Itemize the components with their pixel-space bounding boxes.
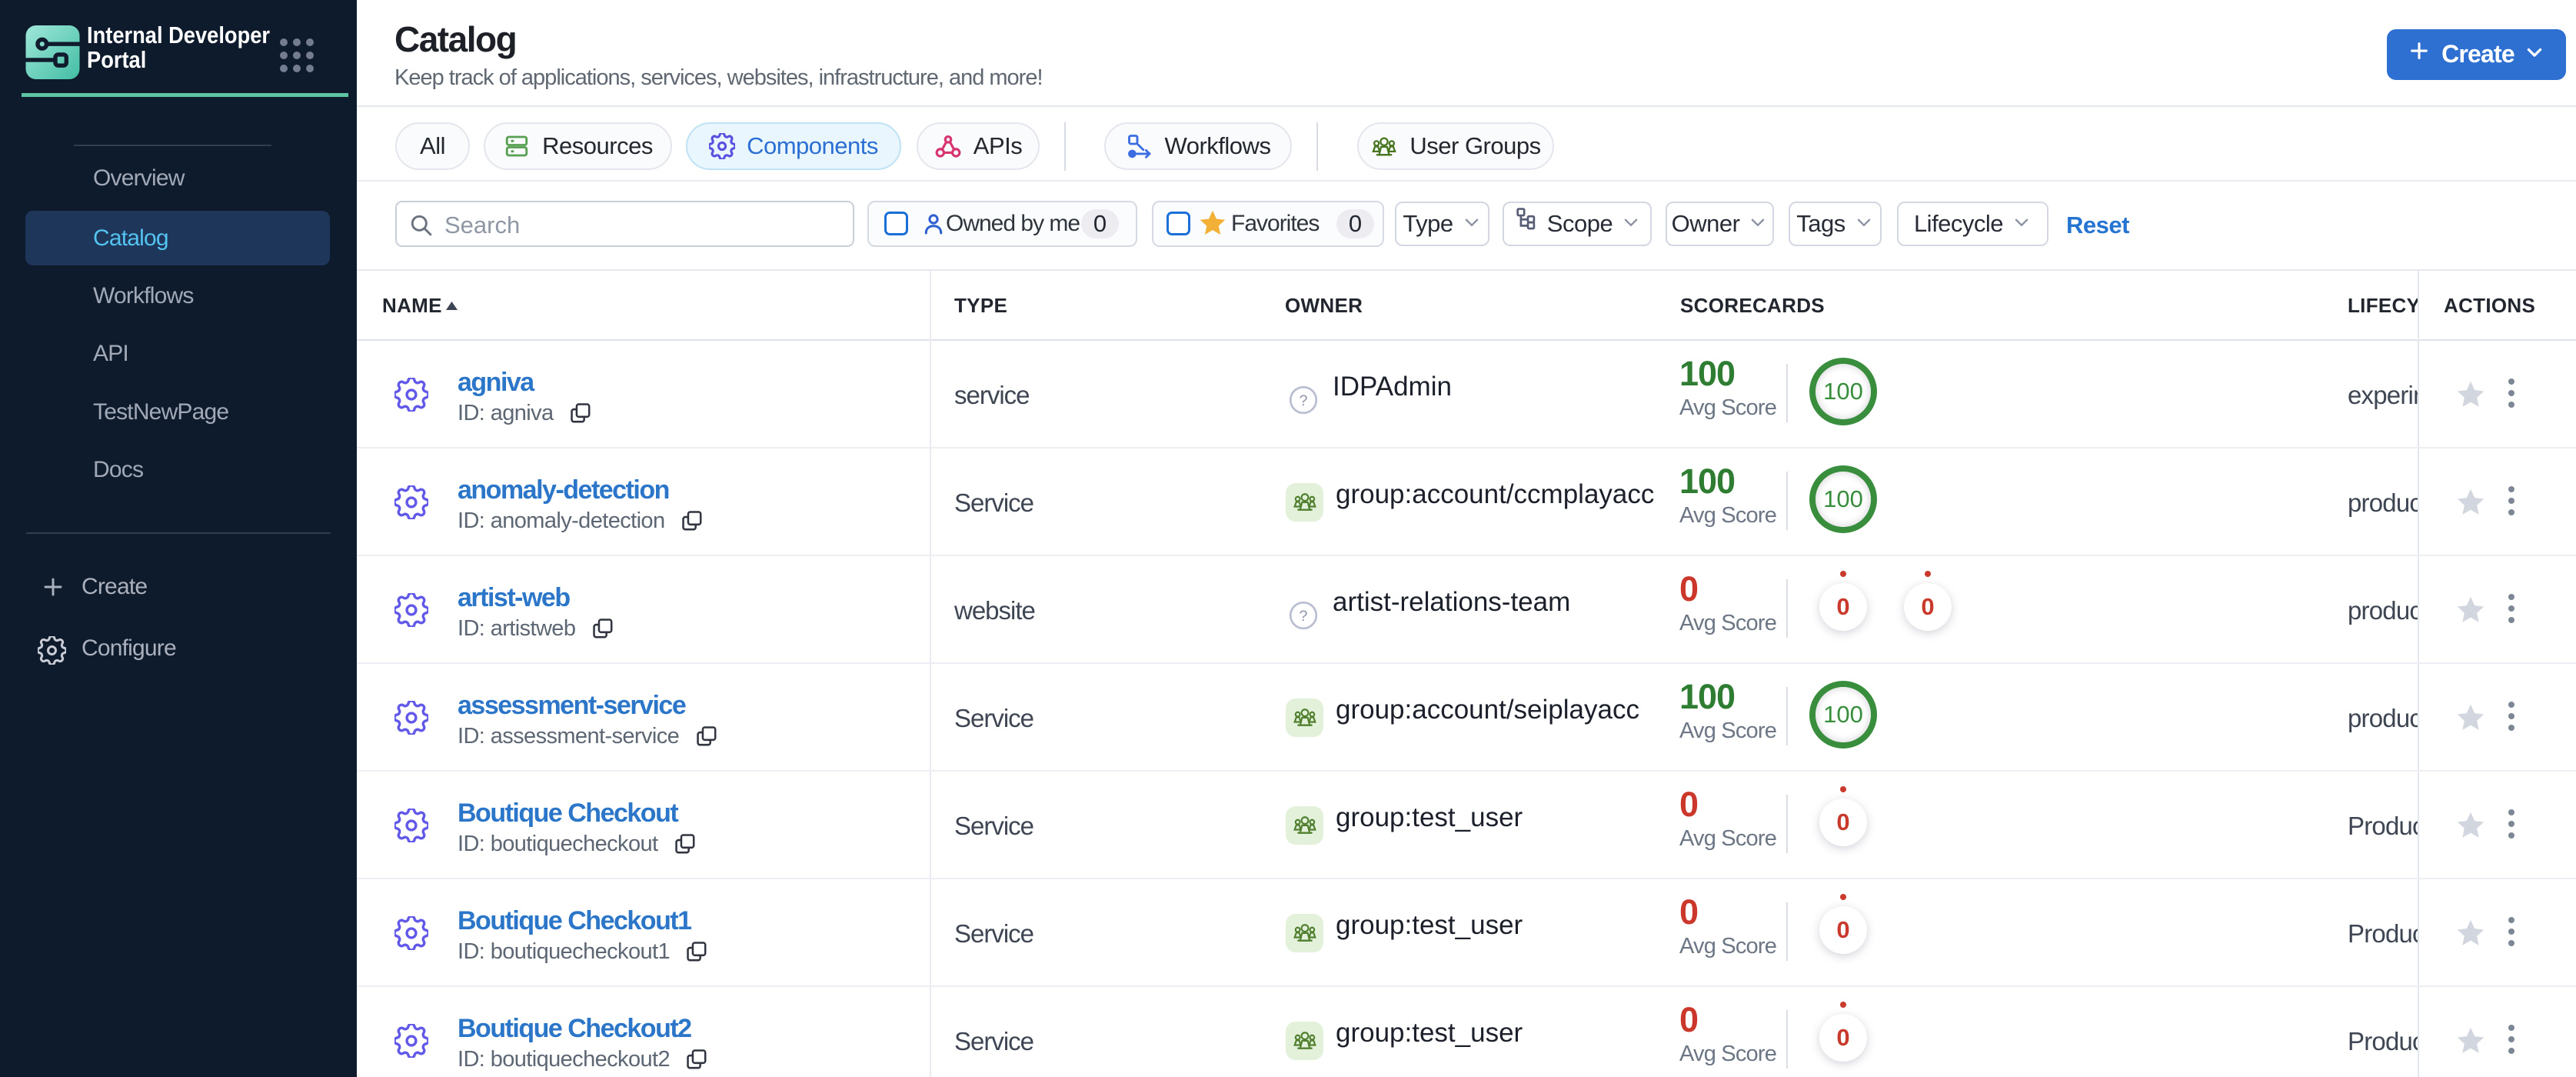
svg-text:?: ? — [1299, 608, 1307, 625]
svg-text:?: ? — [1299, 392, 1307, 409]
